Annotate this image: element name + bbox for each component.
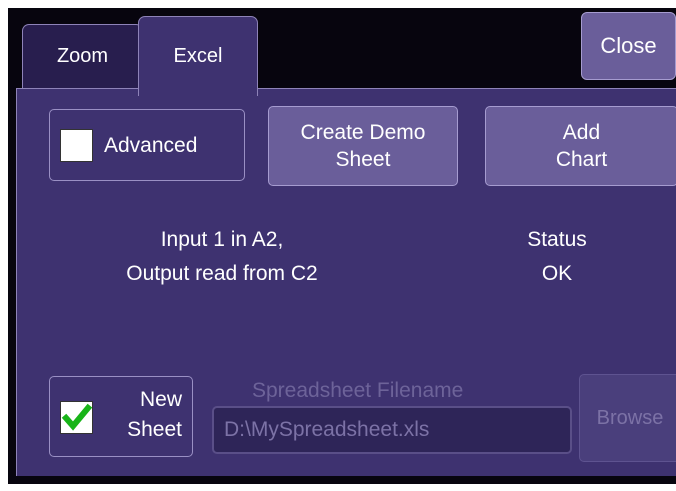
browse-button-label: Browse [596, 407, 664, 429]
tab-excel[interactable]: Excel [138, 16, 258, 96]
new-sheet-line2: Sheet [127, 417, 182, 441]
new-sheet-line1: New [139, 388, 182, 411]
create-demo-sheet-button[interactable]: Create Demo Sheet [268, 106, 458, 186]
io-info-line1: Input 1 in A2, [160, 228, 284, 251]
add-chart-label: Add Chart [556, 119, 607, 174]
add-chart-line1: Add [562, 120, 601, 144]
new-sheet-checkbox-box[interactable] [60, 401, 93, 434]
io-info-text: Input 1 in A2, Output read from C2 [87, 223, 357, 290]
add-chart-line2: Chart [555, 148, 608, 171]
advanced-checkbox[interactable]: Advanced [49, 109, 245, 181]
status-label: Status [527, 228, 587, 251]
tab-zoom[interactable]: Zoom [22, 24, 143, 88]
browse-button[interactable]: Browse [579, 374, 676, 462]
excel-panel: Advanced Create Demo Sheet Add Chart Inp… [16, 88, 676, 476]
tab-excel-label: Excel [173, 45, 223, 67]
spreadsheet-filename-value: D:\MySpreadsheet.xls [224, 418, 430, 441]
status-value: OK [541, 261, 573, 285]
advanced-label: Advanced [104, 134, 198, 157]
spreadsheet-filename-field[interactable]: D:\MySpreadsheet.xls [212, 406, 572, 454]
create-demo-sheet-label: Create Demo Sheet [301, 119, 426, 174]
add-chart-button[interactable]: Add Chart [485, 106, 676, 186]
io-info-line2: Output read from C2 [126, 261, 318, 285]
spreadsheet-filename-label: Spreadsheet Filename [252, 379, 464, 402]
new-sheet-checkbox[interactable]: New Sheet [49, 376, 193, 457]
create-demo-line2: Sheet [335, 148, 391, 171]
advanced-checkbox-box[interactable] [60, 129, 93, 162]
excel-dialog: Zoom Excel Close Advanced Create Demo Sh… [8, 8, 676, 484]
close-button[interactable]: Close [581, 12, 676, 80]
checkmark-icon [61, 403, 93, 431]
status-display: Status OK [497, 223, 617, 290]
create-demo-line1: Create Demo [300, 120, 426, 144]
close-button-label: Close [600, 33, 657, 58]
new-sheet-label: New Sheet [127, 385, 182, 445]
tab-zoom-label: Zoom [56, 45, 109, 67]
